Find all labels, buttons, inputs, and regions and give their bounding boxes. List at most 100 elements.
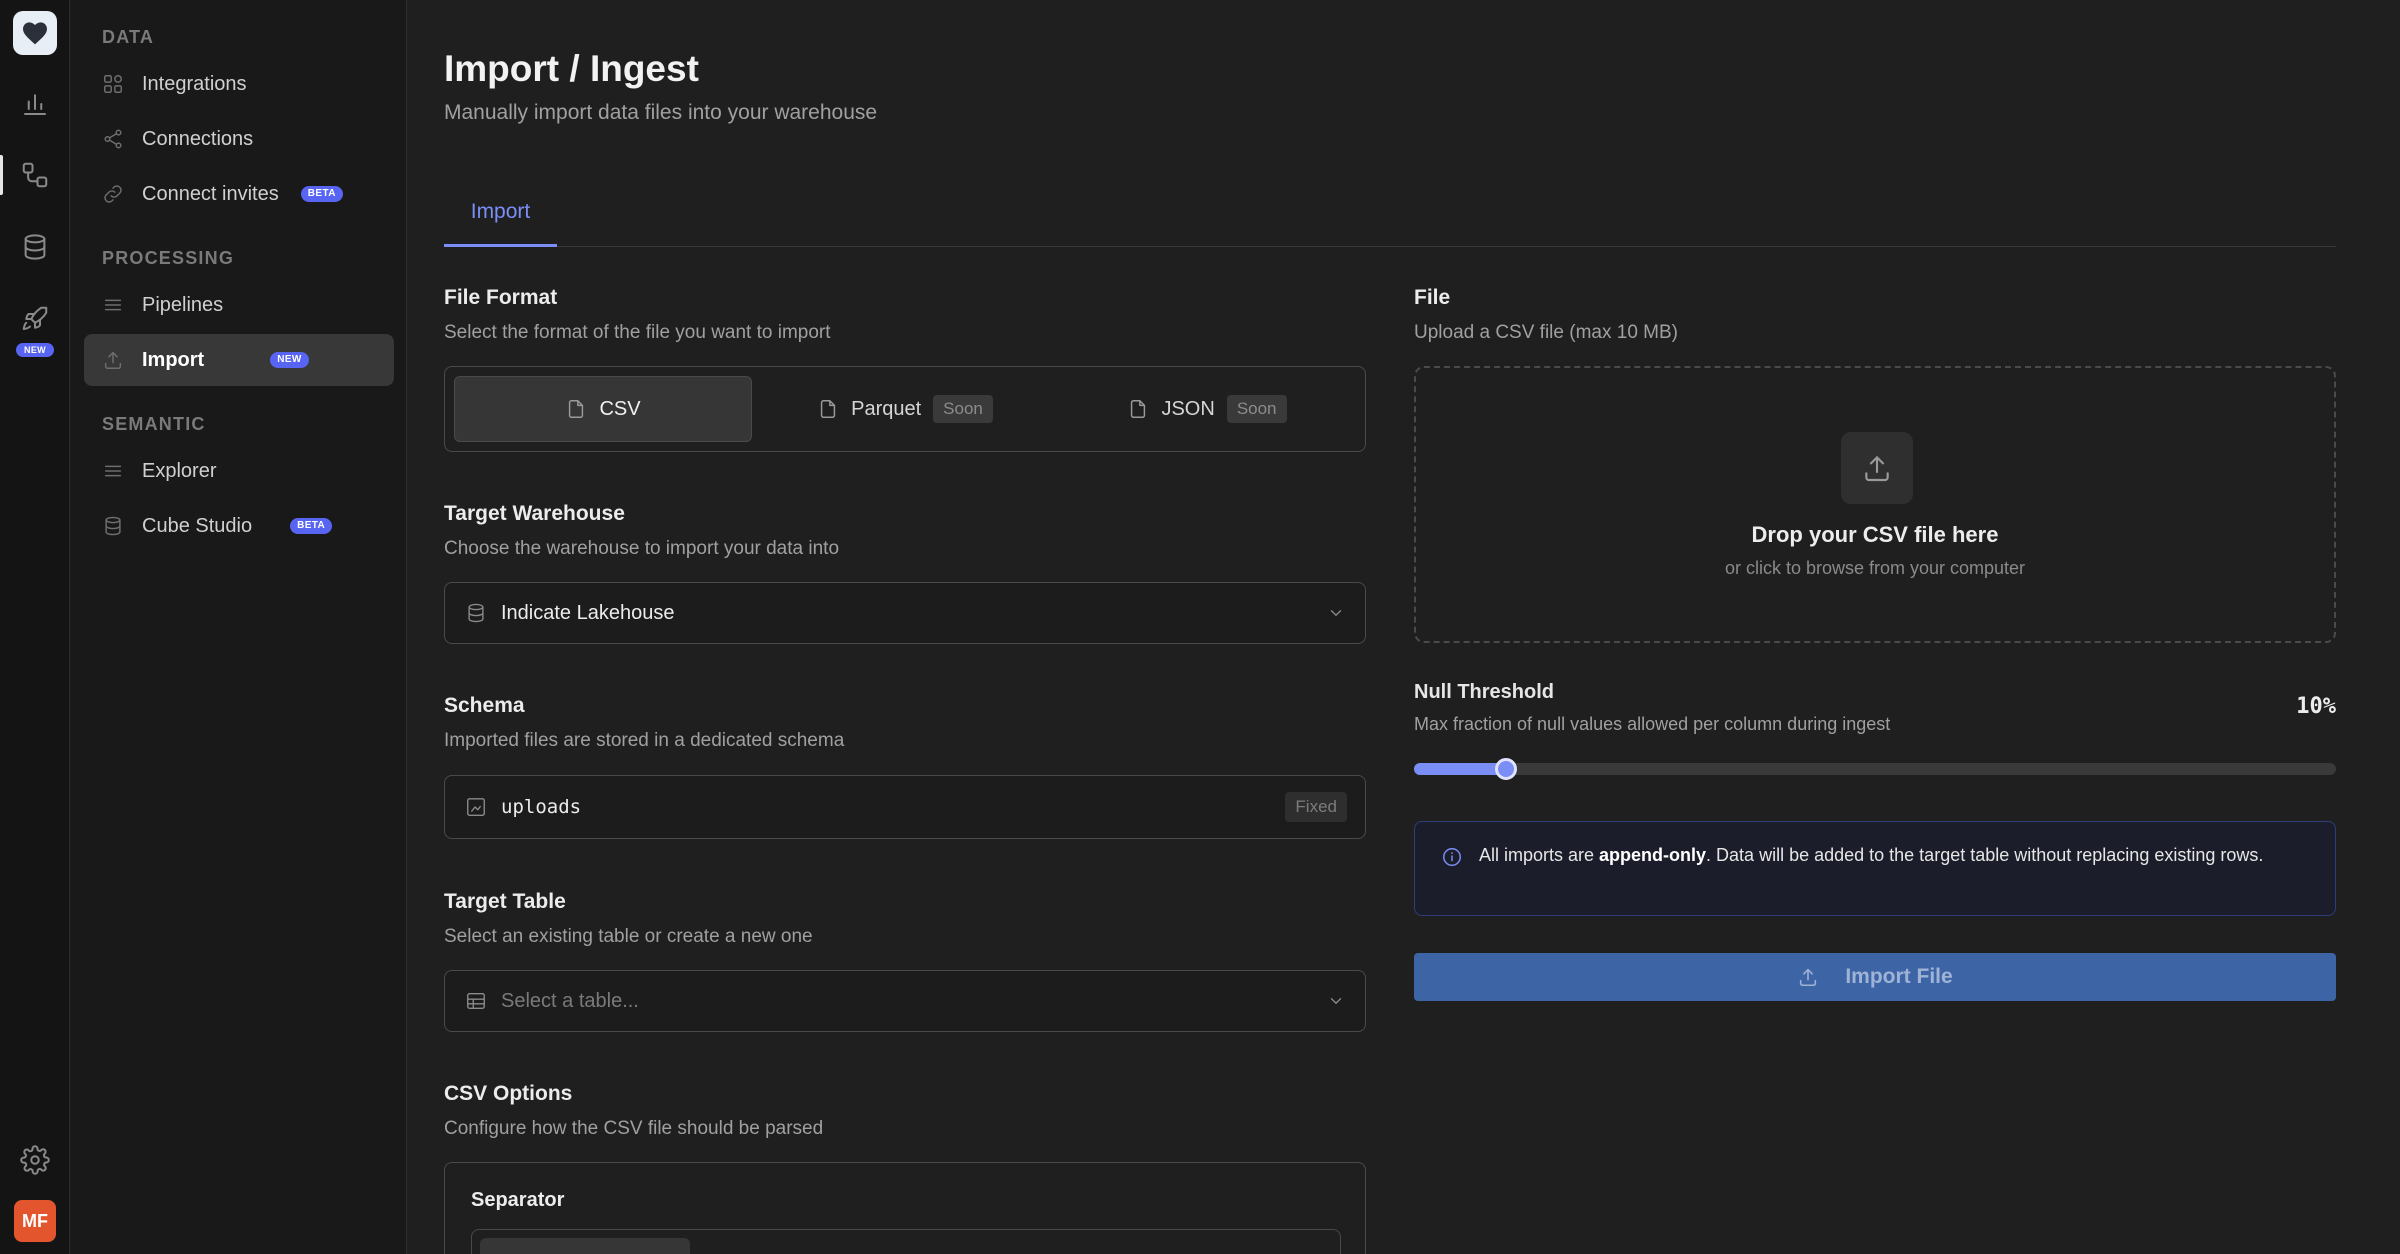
section-label-data: DATA: [102, 27, 155, 47]
list-icon: [104, 465, 122, 477]
chevron-down-icon: [1330, 610, 1342, 616]
table-select[interactable]: Select a table...: [444, 970, 1366, 1032]
database-icon: [105, 516, 121, 536]
sidebar-item-label: Explorer: [142, 459, 217, 482]
new-badge: NEW: [270, 352, 309, 368]
schema-field: uploads Fixed: [444, 775, 1366, 839]
tab-import[interactable]: Import: [444, 180, 557, 247]
file-title: File: [1414, 286, 1451, 309]
format-option-label: Parquet: [851, 397, 922, 420]
sidebar-item-import[interactable]: Import NEW: [84, 334, 394, 386]
sidebar-item-label: Cube Studio: [142, 514, 253, 537]
slider-thumb[interactable]: [1495, 758, 1518, 780]
sidebar-item-label: Pipelines: [142, 293, 224, 316]
separator-selector[interactable]: [471, 1229, 1341, 1254]
tab-bar: Import: [444, 180, 2336, 247]
notice-suffix: . Data will be added to the target table…: [1706, 845, 2264, 865]
sidebar: DATA Integrations Connections Connect in…: [71, 0, 407, 1254]
file-dropzone[interactable]: Drop your CSV file here or click to brow…: [1414, 366, 2336, 643]
upload-icon: [104, 351, 122, 369]
format-option-label: JSON: [1161, 397, 1215, 420]
database-icon[interactable]: [0, 227, 70, 267]
page-title: Import / Ingest: [444, 48, 699, 89]
format-option-parquet[interactable]: Parquet Soon: [756, 376, 1054, 442]
schema-description: Imported files are stored in a dedicated…: [444, 730, 845, 751]
format-option-csv[interactable]: CSV: [454, 376, 752, 442]
target-table-title: Target Table: [444, 890, 566, 913]
logo-heart-icon[interactable]: [13, 11, 57, 55]
file-description: Upload a CSV file (max 10 MB): [1414, 322, 1678, 343]
link-icon: [104, 185, 122, 203]
null-threshold-title: Null Threshold: [1414, 681, 1554, 703]
dropzone-subtitle: or click to browse from your computer: [1724, 558, 2026, 578]
csv-options-panel: Separator: [444, 1162, 1366, 1254]
soon-badge: Soon: [1226, 395, 1287, 423]
beta-badge: BETA: [300, 186, 343, 202]
rocket-icon[interactable]: [0, 299, 70, 339]
file-icon: [820, 400, 836, 418]
integrations-icon: [104, 75, 122, 93]
sidebar-item-connect-invites[interactable]: Connect invites BETA: [84, 168, 394, 220]
share-icon: [104, 129, 122, 149]
file-icon: [1131, 400, 1146, 418]
upload-icon: [1841, 432, 1913, 504]
table-select-placeholder: Select a table...: [501, 989, 639, 1012]
null-threshold-description: Max fraction of null values allowed per …: [1414, 714, 1891, 734]
section-label-semantic: SEMANTIC: [102, 414, 206, 434]
notice-text: All imports are append-only. Data will b…: [1479, 841, 2309, 869]
table-icon: [467, 992, 485, 1010]
info-icon: [1443, 848, 1461, 866]
sidebar-item-integrations[interactable]: Integrations: [84, 58, 394, 110]
warehouse-select[interactable]: Indicate Lakehouse: [444, 582, 1366, 644]
section-label-processing: PROCESSING: [102, 248, 235, 268]
avatar[interactable]: MF: [14, 1200, 56, 1242]
sidebar-item-connections[interactable]: Connections: [84, 113, 394, 165]
sidebar-item-label: Import: [142, 348, 205, 371]
csv-options-title: CSV Options: [444, 1082, 573, 1105]
new-badge: NEW: [16, 343, 54, 357]
sidebar-item-pipelines[interactable]: Pipelines: [84, 279, 394, 331]
chevron-down-icon: [1330, 998, 1342, 1004]
beta-badge: BETA: [290, 518, 333, 534]
format-option-json[interactable]: JSON Soon: [1058, 376, 1356, 442]
import-file-button-label: Import File: [1845, 965, 1953, 988]
slider-fill: [1414, 763, 1507, 775]
fixed-badge: Fixed: [1285, 792, 1347, 822]
warehouse-select-value: Indicate Lakehouse: [501, 601, 675, 624]
gear-icon[interactable]: [0, 1140, 70, 1180]
schema-icon: [467, 798, 485, 816]
append-only-notice: All imports are append-only. Data will b…: [1414, 821, 2336, 916]
separator-label: Separator: [471, 1189, 565, 1211]
sidebar-item-cube-studio[interactable]: Cube Studio BETA: [84, 500, 394, 552]
notice-emphasis: append-only: [1599, 845, 1707, 865]
file-format-title: File Format: [444, 286, 558, 309]
dropzone-title: Drop your CSV file here: [1751, 522, 1999, 547]
upload-icon: [1800, 968, 1817, 987]
icon-rail: NEW MF: [0, 0, 70, 1254]
file-format-selector: CSV Parquet Soon JSON Soon: [444, 366, 1366, 452]
null-threshold-slider[interactable]: [1414, 758, 2336, 780]
chart-icon[interactable]: [0, 84, 70, 124]
import-file-button[interactable]: Import File: [1414, 953, 2336, 1001]
sidebar-item-label: Connections: [142, 127, 254, 150]
sidebar-item-label: Connect invites: [142, 182, 279, 205]
schema-title: Schema: [444, 694, 525, 717]
null-threshold-value: 10%: [2296, 694, 2336, 719]
csv-options-description: Configure how the CSV file should be par…: [444, 1118, 824, 1139]
sidebar-item-explorer[interactable]: Explorer: [84, 445, 394, 497]
file-icon: [569, 400, 584, 418]
database-icon: [468, 603, 484, 623]
page-subtitle: Manually import data files into your war…: [444, 101, 878, 124]
target-table-description: Select an existing table or create a new…: [444, 926, 813, 947]
target-warehouse-description: Choose the warehouse to import your data…: [444, 538, 840, 559]
sidebar-item-label: Integrations: [142, 72, 247, 95]
data-flow-icon[interactable]: [0, 155, 70, 195]
format-option-label: CSV: [599, 397, 641, 420]
file-format-description: Select the format of the file you want t…: [444, 322, 831, 343]
target-warehouse-title: Target Warehouse: [444, 502, 625, 525]
list-icon: [104, 299, 122, 311]
main-content: Import / Ingest Manually import data fil…: [444, 0, 2336, 1254]
soon-badge: Soon: [933, 395, 993, 423]
separator-option[interactable]: [480, 1238, 690, 1254]
notice-prefix: All imports are: [1479, 845, 1600, 865]
